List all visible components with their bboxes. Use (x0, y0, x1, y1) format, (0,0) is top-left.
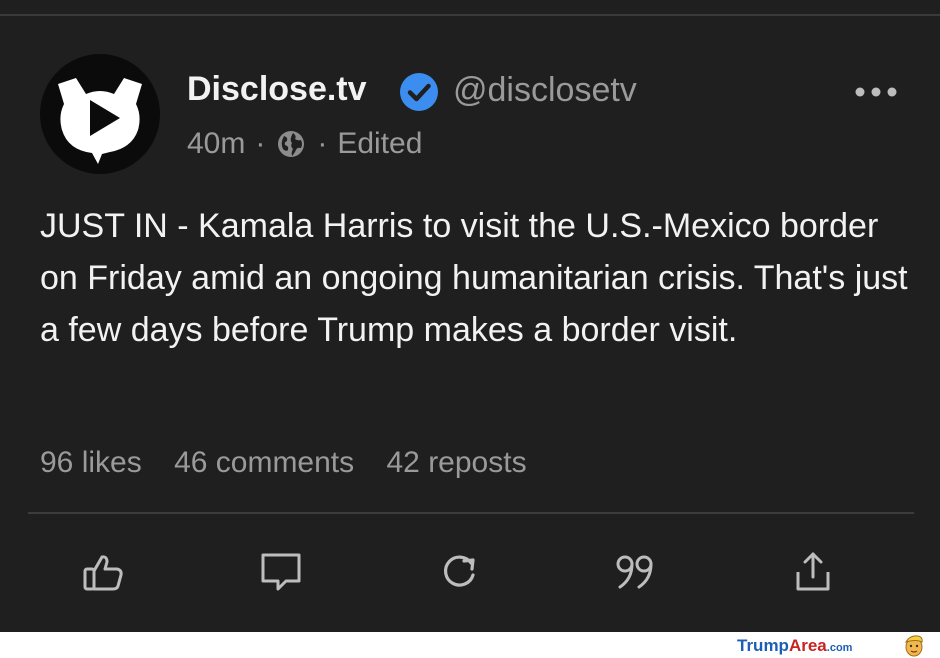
comments-count[interactable]: 46 comments (174, 446, 354, 479)
meta-separator: · (317, 127, 328, 160)
share-icon (796, 552, 830, 591)
like-button[interactable] (80, 549, 126, 595)
repost-icon (443, 555, 475, 587)
post-meta: 40m · · Edited (187, 127, 422, 161)
post-text: JUST IN - Kamala Harris to visit the U.S… (40, 207, 908, 349)
share-button[interactable] (790, 549, 836, 595)
watermark-text: TrumpArea.com (737, 636, 852, 656)
avatar[interactable] (40, 54, 160, 174)
watermark-part-1: Trump (737, 636, 789, 655)
stats-divider (28, 512, 914, 514)
author-handle[interactable]: @disclosetv (453, 71, 637, 110)
verified-badge-icon (400, 73, 438, 111)
more-options-icon[interactable] (852, 80, 900, 104)
thumbs-up-icon (83, 555, 123, 591)
edited-label: Edited (337, 127, 423, 160)
watermark-bar: TrumpArea.com (0, 632, 940, 658)
author-name[interactable]: Disclose.tv (187, 70, 367, 109)
disclose-tv-logo-icon (58, 78, 142, 164)
globe-icon (278, 131, 305, 157)
repost-button[interactable] (436, 549, 482, 595)
top-divider (0, 14, 940, 16)
meta-separator: · (255, 127, 266, 160)
reposts-count[interactable]: 42 reposts (386, 446, 526, 479)
quote-icon (616, 555, 653, 589)
comment-button[interactable] (258, 549, 304, 595)
likes-count[interactable]: 96 likes (40, 446, 142, 479)
watermark-part-2: Area (788, 636, 827, 655)
watermark-face-icon (904, 635, 923, 657)
post-time[interactable]: 40m (187, 127, 245, 161)
quote-button[interactable] (612, 549, 658, 595)
post-card: Disclose.tv @disclosetv 40m · · Edited J… (0, 0, 940, 632)
watermark-part-3: .com (826, 642, 853, 654)
post-stats: 96 likes 46 comments 42 reposts (40, 446, 551, 480)
comment-icon (261, 553, 301, 591)
